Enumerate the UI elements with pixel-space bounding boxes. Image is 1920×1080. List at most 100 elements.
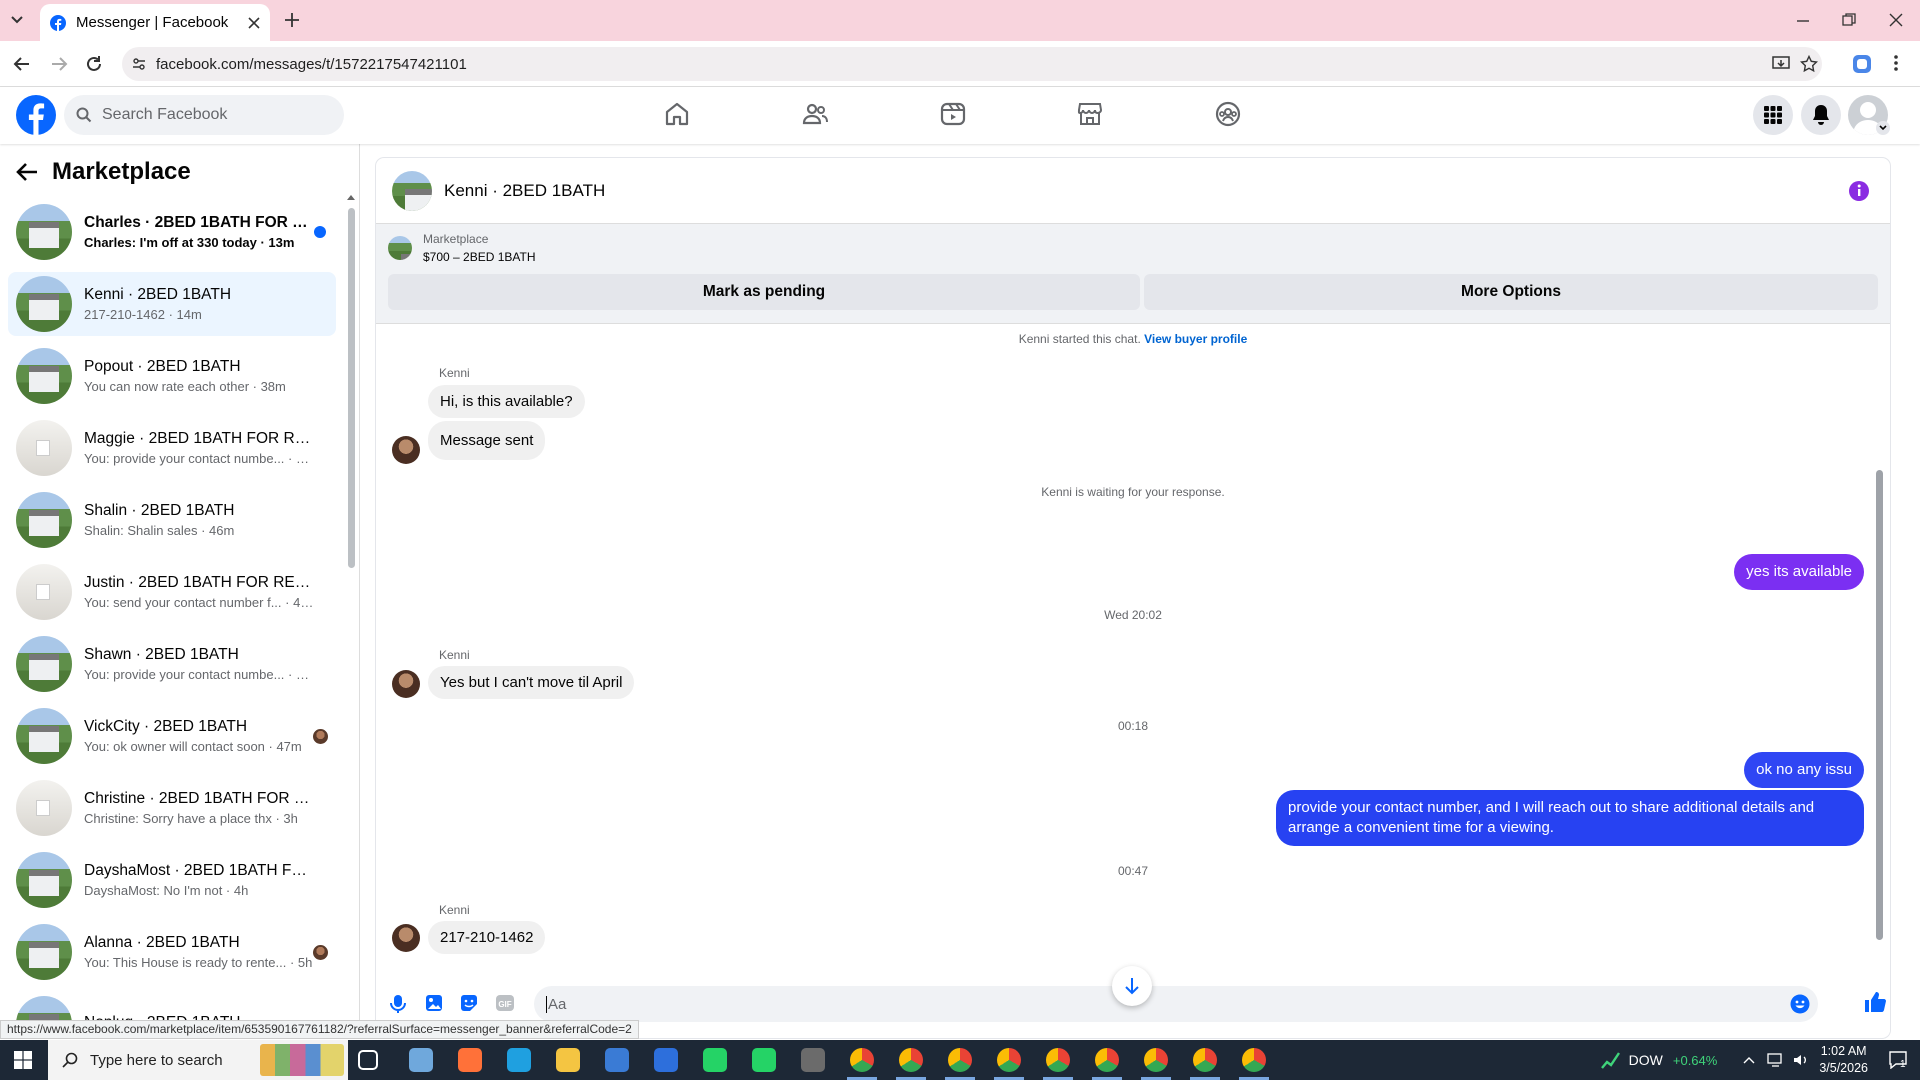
groups-icon[interactable] bbox=[1215, 101, 1241, 127]
stock-name[interactable]: DOW bbox=[1629, 1052, 1663, 1068]
back-arrow-icon[interactable] bbox=[16, 162, 38, 182]
chat-listing-thumb[interactable] bbox=[392, 170, 432, 211]
sticker-icon[interactable] bbox=[460, 994, 478, 1012]
scroll-to-bottom-button[interactable] bbox=[1112, 966, 1152, 1006]
friends-icon[interactable] bbox=[802, 101, 828, 127]
search-icon bbox=[62, 1052, 78, 1068]
minimize-icon[interactable] bbox=[1796, 14, 1810, 28]
emoji-icon[interactable] bbox=[1790, 994, 1810, 1014]
sidebar-scrollbar[interactable] bbox=[348, 208, 355, 568]
conversation-item[interactable]: Shawn · 2BED 1BATH You: provide your cont… bbox=[8, 632, 336, 696]
stock-change[interactable]: +0.64% bbox=[1673, 1053, 1717, 1068]
notifications-button[interactable] bbox=[1801, 95, 1841, 135]
whatsapp-icon-2[interactable] bbox=[752, 1048, 776, 1072]
account-chevron-icon bbox=[1876, 121, 1890, 135]
chrome-icon[interactable] bbox=[1095, 1048, 1119, 1072]
gif-icon[interactable]: GIF bbox=[495, 994, 515, 1012]
sidebar-scroll-up-icon[interactable] bbox=[347, 194, 355, 200]
calculator-icon[interactable] bbox=[801, 1048, 825, 1072]
chat-scrollbar[interactable] bbox=[1876, 470, 1883, 940]
tab-search-chevron-icon[interactable] bbox=[10, 12, 24, 26]
volume-icon[interactable] bbox=[1793, 1053, 1809, 1067]
task-view-icon[interactable] bbox=[358, 1050, 378, 1070]
reload-icon[interactable] bbox=[85, 55, 103, 73]
listing-banner: Marketplace $700 – 2BED 1BATH Mark as pe… bbox=[376, 224, 1890, 324]
info-icon[interactable] bbox=[1848, 180, 1870, 202]
conversation-name: Justin · 2BED 1BATH FOR RENT bbox=[84, 574, 314, 591]
tray-overflow-icon[interactable] bbox=[1743, 1056, 1755, 1064]
conversation-item[interactable]: DayshaMost · 2BED 1BATH FOR ... DayshaMos… bbox=[8, 848, 336, 912]
like-thumb-icon[interactable] bbox=[1864, 991, 1886, 1013]
bookmark-star-icon[interactable] bbox=[1800, 55, 1818, 73]
view-buyer-profile-link[interactable]: View buyer profile bbox=[1144, 332, 1247, 346]
chat-title[interactable]: Kenni · 2BED 1BATH bbox=[444, 181, 605, 201]
conversation-text: Justin · 2BED 1BATH FOR RENT You: send yo… bbox=[84, 574, 314, 610]
whatsapp-icon[interactable] bbox=[703, 1048, 727, 1072]
chrome-icon[interactable] bbox=[1193, 1048, 1217, 1072]
more-options-button[interactable]: More Options bbox=[1144, 274, 1878, 310]
marketplace-icon[interactable] bbox=[1077, 101, 1103, 127]
photo-icon[interactable] bbox=[425, 994, 443, 1012]
restore-icon[interactable] bbox=[1842, 13, 1856, 27]
chrome-icon[interactable] bbox=[850, 1048, 874, 1072]
message-input[interactable]: Aa bbox=[534, 986, 1818, 1022]
conversation-preview: You: This House is ready to rente... · 5… bbox=[84, 955, 313, 970]
kenni-avatar[interactable] bbox=[392, 436, 420, 464]
chrome-icon[interactable] bbox=[997, 1048, 1021, 1072]
forward-icon[interactable] bbox=[50, 55, 68, 73]
edge-icon[interactable] bbox=[507, 1048, 531, 1072]
facebook-search-input[interactable]: Search Facebook bbox=[64, 95, 344, 135]
chrome-icon[interactable] bbox=[1046, 1048, 1070, 1072]
conversation-item[interactable]: Shalin · 2BED 1BATH Shalin: Shalin sales … bbox=[8, 488, 336, 552]
conversation-item[interactable]: Justin · 2BED 1BATH FOR RENT You: send yo… bbox=[8, 560, 336, 624]
browser-menu-icon[interactable] bbox=[1893, 54, 1899, 72]
site-info-icon[interactable] bbox=[132, 57, 146, 71]
chrome-icon[interactable] bbox=[1242, 1048, 1266, 1072]
facebook-logo-icon[interactable] bbox=[16, 95, 56, 135]
conversation-item[interactable]: Maggie · 2BED 1BATH FOR RENT You: provide… bbox=[8, 416, 336, 480]
chrome-icon[interactable] bbox=[899, 1048, 923, 1072]
conversation-item[interactable]: Popout · 2BED 1BATH You can now rate each… bbox=[8, 344, 336, 408]
windows-start-icon[interactable] bbox=[14, 1051, 32, 1069]
install-app-icon[interactable] bbox=[1772, 56, 1790, 72]
chrome-icon[interactable] bbox=[948, 1048, 972, 1072]
message-sender: Kenni bbox=[439, 903, 470, 917]
kenni-avatar[interactable] bbox=[392, 670, 420, 698]
conversation-item[interactable]: Kenni · 2BED 1BATH 217-210-1462 · 14m bbox=[8, 272, 336, 336]
back-icon[interactable] bbox=[13, 55, 31, 73]
conversation-preview: Shalin: Shalin sales · 46m bbox=[84, 523, 235, 538]
firefox-icon[interactable] bbox=[458, 1048, 482, 1072]
clock[interactable]: 1:02 AM 3/5/2026 bbox=[1819, 1043, 1868, 1077]
conversation-item[interactable]: VickCity · 2BED 1BATH You: ok owner will … bbox=[8, 704, 336, 768]
address-bar[interactable]: facebook.com/messages/t/1572217547421101 bbox=[122, 47, 1822, 81]
conversation-preview: Christine: Sorry have a place thx · 3h bbox=[84, 811, 298, 826]
new-tab-icon[interactable] bbox=[284, 12, 300, 28]
network-icon[interactable] bbox=[1767, 1053, 1785, 1067]
clock-time: 1:02 AM bbox=[1820, 1044, 1867, 1058]
kenni-avatar[interactable] bbox=[392, 924, 420, 952]
window-close-icon[interactable] bbox=[1889, 13, 1903, 27]
mark-pending-button[interactable]: Mark as pending bbox=[388, 274, 1140, 310]
listing-title[interactable]: $700 – 2BED 1BATH bbox=[423, 250, 536, 264]
store-icon[interactable] bbox=[605, 1048, 629, 1072]
conversation-thumb bbox=[16, 204, 72, 260]
listing-thumb[interactable] bbox=[388, 236, 412, 260]
taskbar-search-input[interactable]: Type here to search bbox=[48, 1040, 348, 1080]
menu-grid-button[interactable] bbox=[1753, 95, 1793, 135]
file-explorer-icon[interactable] bbox=[556, 1048, 580, 1072]
tab-close-icon[interactable] bbox=[248, 16, 260, 29]
conversation-name: Shawn · 2BED 1BATH bbox=[84, 646, 239, 663]
notes-app-icon[interactable] bbox=[409, 1048, 433, 1072]
home-icon[interactable] bbox=[664, 101, 690, 127]
chrome-icon[interactable] bbox=[1144, 1048, 1168, 1072]
profile-extension-icon[interactable] bbox=[1852, 54, 1872, 74]
notification-center-icon[interactable]: 1 bbox=[1888, 1051, 1908, 1070]
conversation-item[interactable]: Charles · 2BED 1BATH FOR RENT Charles: I'… bbox=[8, 200, 336, 264]
facebook-header: Search Facebook bbox=[0, 87, 1920, 144]
outlook-icon[interactable] bbox=[654, 1048, 678, 1072]
video-icon[interactable] bbox=[940, 101, 966, 127]
browser-tab[interactable]: Messenger | Facebook bbox=[40, 4, 270, 41]
conversation-item[interactable]: Christine · 2BED 1BATH FOR RENT Christine… bbox=[8, 776, 336, 840]
conversation-item[interactable]: Alanna · 2BED 1BATH You: This House is re… bbox=[8, 920, 336, 984]
microphone-icon[interactable] bbox=[390, 994, 406, 1014]
